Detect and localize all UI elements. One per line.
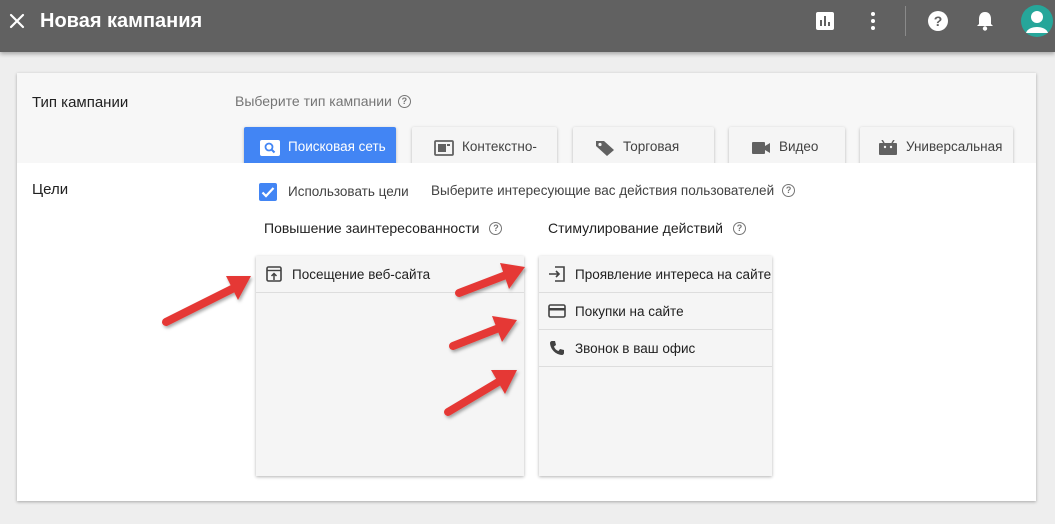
awareness-title: Повышение заинтересованности [264, 220, 480, 236]
help-circle-icon[interactable]: ? [732, 221, 746, 235]
type-universal-label: Универсальная [906, 139, 1003, 154]
type-search-button[interactable]: Поисковая сеть [244, 127, 396, 163]
type-universal-button[interactable]: Универсальная [860, 127, 1013, 163]
svg-text:?: ? [934, 13, 943, 29]
help-circle-icon[interactable]: ? [782, 184, 796, 197]
action-heading: Стимулирование действий ? [548, 220, 746, 236]
campaign-type-label: Тип кампании [32, 94, 129, 111]
awareness-panel: Посещение веб-сайта [256, 256, 524, 476]
android-icon [878, 139, 898, 157]
toolbar-divider [905, 6, 906, 36]
tag-icon [595, 139, 615, 157]
campaign-type-section: Тип кампании Выберите тип кампании ? Пои… [17, 73, 1036, 163]
sign-in-icon [548, 265, 566, 283]
help-circle-icon[interactable]: ? [397, 94, 411, 108]
type-shopping-label: Торговая [623, 139, 680, 154]
type-video-label: Видео [779, 139, 819, 154]
bell-icon[interactable] [972, 8, 998, 34]
goal-item-label: Посещение веб-сайта [292, 266, 431, 282]
top-app-bar: Новая кампания ? [0, 0, 1055, 52]
close-icon[interactable] [6, 10, 28, 32]
use-goals-checkbox[interactable] [259, 183, 277, 201]
open-in-browser-icon [265, 265, 283, 283]
help-icon[interactable]: ? [925, 8, 951, 34]
campaign-type-hint: Выберите тип кампании ? [235, 93, 411, 109]
goals-hint-text: Выберите интересующие вас действия польз… [431, 183, 775, 198]
type-search-label: Поисковая сеть [288, 139, 386, 154]
goal-item-office-call[interactable]: Звонок в ваш офис [539, 330, 772, 367]
type-shopping-button[interactable]: Торговая [573, 127, 714, 163]
type-display-button[interactable]: Контекстно- [412, 127, 557, 163]
action-panel: Проявление интереса на сайте Покупки на … [539, 256, 772, 476]
goal-item-website-visit[interactable]: Посещение веб-сайта [256, 256, 524, 293]
goal-item-label: Проявление интереса на сайте [575, 266, 772, 282]
action-title: Стимулирование действий [548, 220, 723, 236]
more-vert-icon[interactable] [860, 8, 886, 34]
awareness-heading: Повышение заинтересованности ? [264, 220, 503, 236]
search-icon [260, 139, 280, 157]
goal-item-site-purchases[interactable]: Покупки на сайте [539, 293, 772, 330]
help-circle-icon[interactable]: ? [489, 221, 503, 235]
video-icon [751, 139, 771, 157]
goals-label: Цели [32, 181, 69, 198]
chart-icon[interactable] [812, 8, 838, 34]
type-display-label: Контекстно- [462, 139, 537, 154]
goals-section: Цели Использовать цели Выберите интересу… [17, 163, 1036, 501]
type-video-button[interactable]: Видео [729, 127, 845, 163]
goal-item-site-interest[interactable]: Проявление интереса на сайте [539, 256, 772, 293]
use-goals-label: Использовать цели [288, 184, 409, 199]
goals-hint: Выберите интересующие вас действия польз… [431, 183, 796, 198]
page-title: Новая кампания [40, 10, 203, 32]
goal-item-label: Звонок в ваш офис [575, 340, 696, 356]
campaign-settings-card: Тип кампании Выберите тип кампании ? Пои… [17, 73, 1036, 501]
avatar[interactable] [1020, 4, 1054, 38]
credit-card-icon [548, 302, 566, 320]
campaign-type-hint-text: Выберите тип кампании [235, 93, 392, 109]
display-icon [434, 139, 454, 157]
phone-icon [548, 339, 566, 357]
goal-item-label: Покупки на сайте [575, 303, 684, 319]
